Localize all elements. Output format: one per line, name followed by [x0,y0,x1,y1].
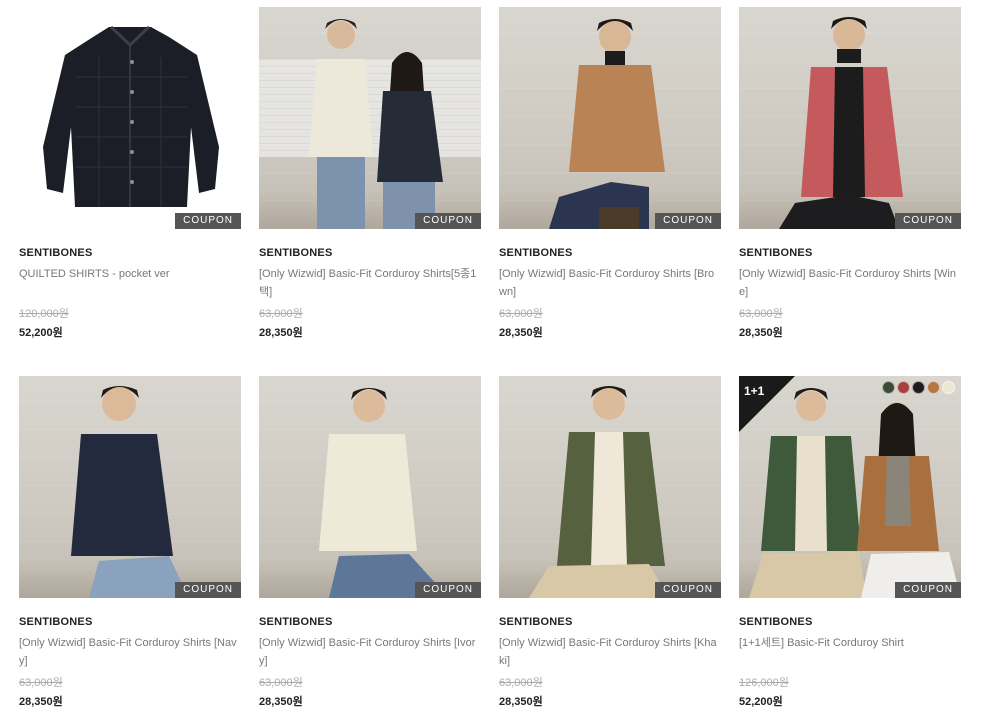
couple-models-image [309,19,443,229]
product-card[interactable]: COUPON SENTIBONES [Only Wizwid] Basic-Fi… [499,7,721,339]
original-price: 120,000원 [19,308,69,320]
product-name[interactable]: [Only Wizwid] Basic-Fit Corduroy Shirts[… [259,265,481,301]
coupon-badge[interactable]: COUPON [655,582,721,598]
product-name[interactable]: [1+1세트] Basic-Fit Corduroy Shirt [739,634,961,670]
product-image[interactable]: COUPON [19,376,241,598]
color-swatch[interactable] [882,381,895,394]
coupon-badge[interactable]: COUPON [415,213,481,229]
sale-price: 28,350원 [739,327,783,339]
sale-price: 28,350원 [499,327,543,339]
model-brown-shirt-image [549,19,665,229]
model-khaki-shirt-image [529,386,669,598]
product-card[interactable]: COUPON SENTIBONES [Only Wizwid] Basic-Fi… [499,376,721,708]
product-name[interactable]: QUILTED SHIRTS - pocket ver [19,265,241,301]
product-name[interactable]: [Only Wizwid] Basic-Fit Corduroy Shirts … [499,634,721,670]
product-image[interactable]: 1+1 COUPON [739,376,961,598]
coupon-badge[interactable]: COUPON [895,582,961,598]
product-brand: SENTIBONES [259,616,333,628]
color-swatch[interactable] [912,381,925,394]
product-name[interactable]: [Only Wizwid] Basic-Fit Corduroy Shirts … [259,634,481,670]
original-price: 63,000원 [259,677,303,689]
sale-price: 28,350원 [259,696,303,708]
product-brand: SENTIBONES [19,616,93,628]
sale-price: 28,350원 [499,696,543,708]
product-card[interactable]: COUPON SENTIBONES QUILTED SHIRTS - pocke… [19,7,241,339]
product-image[interactable]: COUPON [499,7,721,229]
sale-price: 52,200원 [739,696,783,708]
product-image[interactable]: COUPON [259,7,481,229]
original-price: 63,000원 [499,308,543,320]
color-swatch[interactable] [942,381,955,394]
product-name[interactable]: [Only Wizwid] Basic-Fit Corduroy Shirts … [499,265,721,301]
product-card[interactable]: COUPON SENTIBONES [Only Wizwid] Basic-Fi… [259,376,481,708]
color-swatches [882,381,955,394]
coupon-badge[interactable]: COUPON [175,582,241,598]
product-brand: SENTIBONES [259,247,333,259]
coupon-badge[interactable]: COUPON [415,582,481,598]
product-brand: SENTIBONES [739,247,813,259]
coupon-badge[interactable]: COUPON [175,213,241,229]
product-brand: SENTIBONES [19,247,93,259]
color-swatch[interactable] [927,381,940,394]
quilted-shirt-image [43,25,219,207]
sale-price: 28,350원 [19,696,63,708]
one-plus-one-label: 1+1 [744,384,765,398]
color-swatch[interactable] [897,381,910,394]
sale-price: 28,350원 [259,327,303,339]
product-card[interactable]: COUPON SENTIBONES [Only Wizwid] Basic-Fi… [739,7,961,339]
product-brand: SENTIBONES [499,247,573,259]
product-image[interactable]: COUPON [19,7,241,229]
product-brand: SENTIBONES [739,616,813,628]
product-image[interactable]: COUPON [739,7,961,229]
original-price: 63,000원 [739,308,783,320]
sale-price: 52,200원 [19,327,63,339]
product-card[interactable]: COUPON SENTIBONES [Only Wizwid] Basic-Fi… [19,376,241,708]
model-navy-shirt-image [71,386,189,598]
coupon-badge[interactable]: COUPON [895,213,961,229]
original-price: 63,000원 [259,308,303,320]
model-wine-shirt-image [779,17,903,229]
product-card[interactable]: COUPON SENTIBONES [Only Wizwid] Basic-Fi… [259,7,481,339]
coupon-badge[interactable]: COUPON [655,213,721,229]
product-card[interactable]: 1+1 COUPON SENTIBONES [1+1세트] Basic-Fit … [739,376,961,708]
original-price: 63,000원 [499,677,543,689]
model-ivory-shirt-image [319,388,449,598]
product-name[interactable]: [Only Wizwid] Basic-Fit Corduroy Shirts … [739,265,961,301]
product-image[interactable]: COUPON [259,376,481,598]
product-brand: SENTIBONES [499,616,573,628]
product-image[interactable]: COUPON [499,376,721,598]
product-name[interactable]: [Only Wizwid] Basic-Fit Corduroy Shirts … [19,634,241,670]
original-price: 63,000원 [19,677,63,689]
original-price: 126,000원 [739,677,789,689]
